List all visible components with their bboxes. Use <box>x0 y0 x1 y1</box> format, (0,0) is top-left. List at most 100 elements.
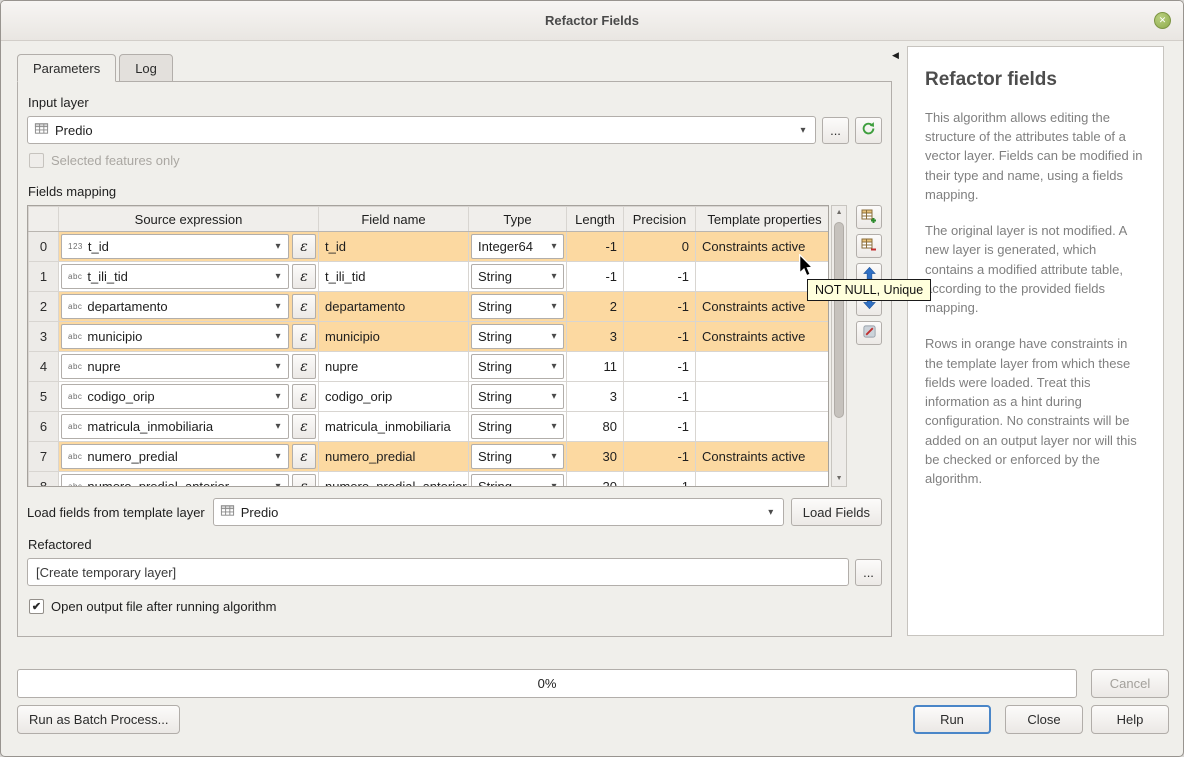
template-layer-combo[interactable]: Predio ▾ <box>213 498 784 526</box>
expression-builder-button[interactable]: ε <box>292 414 316 439</box>
expression-builder-button[interactable]: ε <box>292 384 316 409</box>
row-index[interactable]: 1 <box>29 262 59 292</box>
precision-cell[interactable]: -1 <box>624 382 696 412</box>
source-expression-combo[interactable]: abc codigo_orip ▾ <box>61 384 289 409</box>
help-button[interactable]: Help <box>1091 705 1169 734</box>
help-panel: Refactor fields This algorithm allows ed… <box>907 46 1164 636</box>
type-combo[interactable]: String ▾ <box>471 354 564 379</box>
row-index[interactable]: 5 <box>29 382 59 412</box>
table-scrollbar[interactable]: ▲ ▼ <box>831 205 847 487</box>
tab-parameters[interactable]: Parameters <box>17 54 116 82</box>
expression-builder-button[interactable]: ε <box>292 474 316 487</box>
scrollbar-thumb[interactable] <box>834 222 844 418</box>
input-layer-reload-button[interactable] <box>855 117 882 144</box>
table-row: 5 abc codigo_orip ▾ ε codigo_orip String… <box>29 382 830 412</box>
length-cell[interactable]: 11 <box>567 352 624 382</box>
open-output-checkbox[interactable]: ✔ Open output file after running algorit… <box>29 599 276 614</box>
add-field-button[interactable] <box>856 205 882 229</box>
length-cell[interactable]: 30 <box>567 442 624 472</box>
tab-bar: Parameters Log <box>17 54 176 82</box>
row-index[interactable]: 0 <box>29 232 59 262</box>
precision-cell[interactable]: -1 <box>624 262 696 292</box>
input-layer-value: Predio <box>55 123 93 138</box>
type-combo[interactable]: String ▾ <box>471 264 564 289</box>
type-combo[interactable]: String ▾ <box>471 294 564 319</box>
length-cell[interactable]: 80 <box>567 412 624 442</box>
row-index[interactable]: 8 <box>29 472 59 488</box>
length-cell[interactable]: -1 <box>567 262 624 292</box>
source-expression-combo[interactable]: abc nupre ▾ <box>61 354 289 379</box>
field-name-cell[interactable]: numero_predial_anterior <box>319 472 469 488</box>
expression-builder-button[interactable]: ε <box>292 444 316 469</box>
input-layer-row: Predio ▾ ... <box>27 116 882 144</box>
window-close-button[interactable]: ✕ <box>1154 12 1171 29</box>
expression-builder-button[interactable]: ε <box>292 294 316 319</box>
row-index[interactable]: 4 <box>29 352 59 382</box>
type-combo[interactable]: String ▾ <box>471 444 564 469</box>
type-combo[interactable]: Integer64 ▾ <box>471 234 564 259</box>
length-cell[interactable]: 2 <box>567 292 624 322</box>
field-type-icon: abc <box>68 452 82 461</box>
row-index[interactable]: 2 <box>29 292 59 322</box>
input-layer-combo[interactable]: Predio ▾ <box>27 116 816 144</box>
chevron-down-icon: ▾ <box>763 507 779 518</box>
template-properties-cell <box>696 352 830 382</box>
precision-cell[interactable]: -1 <box>624 442 696 472</box>
expression-builder-button[interactable]: ε <box>292 324 316 349</box>
length-cell[interactable]: 3 <box>567 382 624 412</box>
type-combo[interactable]: String ▾ <box>471 414 564 439</box>
load-fields-button[interactable]: Load Fields <box>791 498 882 526</box>
source-expression-combo[interactable]: abc departamento ▾ <box>61 294 289 319</box>
col-header-field-name: Field name <box>319 207 469 232</box>
chevron-down-icon: ▾ <box>546 421 562 432</box>
length-cell[interactable]: 20 <box>567 472 624 488</box>
title-bar[interactable]: Refactor Fields ✕ <box>1 1 1183 41</box>
precision-cell[interactable]: -1 <box>624 292 696 322</box>
row-index[interactable]: 7 <box>29 442 59 472</box>
field-name-cell[interactable]: departamento <box>319 292 469 322</box>
field-name-cell[interactable]: municipio <box>319 322 469 352</box>
row-index[interactable]: 3 <box>29 322 59 352</box>
run-as-batch-button[interactable]: Run as Batch Process... <box>17 705 180 734</box>
length-cell[interactable]: -1 <box>567 232 624 262</box>
invert-selection-button[interactable] <box>856 321 882 345</box>
type-combo[interactable]: String ▾ <box>471 384 564 409</box>
expression-builder-button[interactable]: ε <box>292 264 316 289</box>
input-layer-browse-button[interactable]: ... <box>822 117 849 144</box>
field-name-cell[interactable]: matricula_inmobiliaria <box>319 412 469 442</box>
tab-log[interactable]: Log <box>119 54 173 82</box>
type-combo[interactable]: String ▾ <box>471 474 564 487</box>
close-icon: ✕ <box>1159 15 1167 25</box>
type-cell: String ▾ <box>469 382 567 412</box>
scroll-up-icon[interactable]: ▲ <box>832 206 846 220</box>
field-name-cell[interactable]: numero_predial <box>319 442 469 472</box>
source-expression-combo[interactable]: abc numero_predial ▾ <box>61 444 289 469</box>
field-name-cell[interactable]: nupre <box>319 352 469 382</box>
field-name-cell[interactable]: t_ili_tid <box>319 262 469 292</box>
source-expression-combo[interactable]: abc numero_predial_anterior ▾ <box>61 474 289 487</box>
expression-builder-button[interactable]: ε <box>292 234 316 259</box>
refactored-output-input[interactable]: [Create temporary layer] <box>27 558 849 586</box>
field-name-cell[interactable]: codigo_orip <box>319 382 469 412</box>
run-button[interactable]: Run <box>913 705 991 734</box>
precision-cell[interactable]: 0 <box>624 232 696 262</box>
close-button[interactable]: Close <box>1005 705 1083 734</box>
row-index[interactable]: 6 <box>29 412 59 442</box>
source-expression-combo[interactable]: abc t_ili_tid ▾ <box>61 264 289 289</box>
source-expression-combo[interactable]: abc municipio ▾ <box>61 324 289 349</box>
precision-cell[interactable]: -1 <box>624 322 696 352</box>
scrollbar-track[interactable] <box>832 220 846 472</box>
precision-cell[interactable]: -1 <box>624 352 696 382</box>
length-cell[interactable]: 3 <box>567 322 624 352</box>
scroll-down-icon[interactable]: ▼ <box>832 472 846 486</box>
expression-builder-button[interactable]: ε <box>292 354 316 379</box>
source-expression-combo[interactable]: 123 t_id ▾ <box>61 234 289 259</box>
precision-cell[interactable]: -1 <box>624 472 696 488</box>
collapse-panel-icon[interactable]: ◀ <box>892 50 899 61</box>
source-expression-combo[interactable]: abc matricula_inmobiliaria ▾ <box>61 414 289 439</box>
type-combo[interactable]: String ▾ <box>471 324 564 349</box>
remove-field-button[interactable] <box>856 234 882 258</box>
field-name-cell[interactable]: t_id <box>319 232 469 262</box>
refactored-browse-button[interactable]: ... <box>855 559 882 586</box>
precision-cell[interactable]: -1 <box>624 412 696 442</box>
